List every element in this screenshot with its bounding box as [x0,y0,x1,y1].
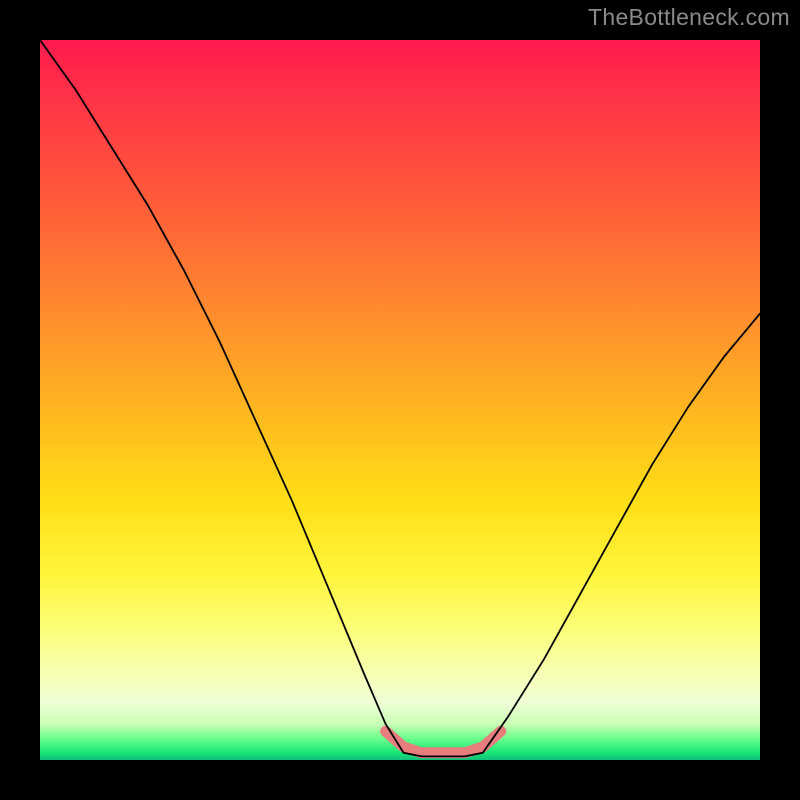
plot-area [40,40,760,760]
chart-frame: TheBottleneck.com [0,0,800,800]
attribution-label: TheBottleneck.com [588,4,790,31]
bottleneck-curve [40,40,760,756]
valley-highlight [386,731,501,753]
curve-layer [40,40,760,760]
